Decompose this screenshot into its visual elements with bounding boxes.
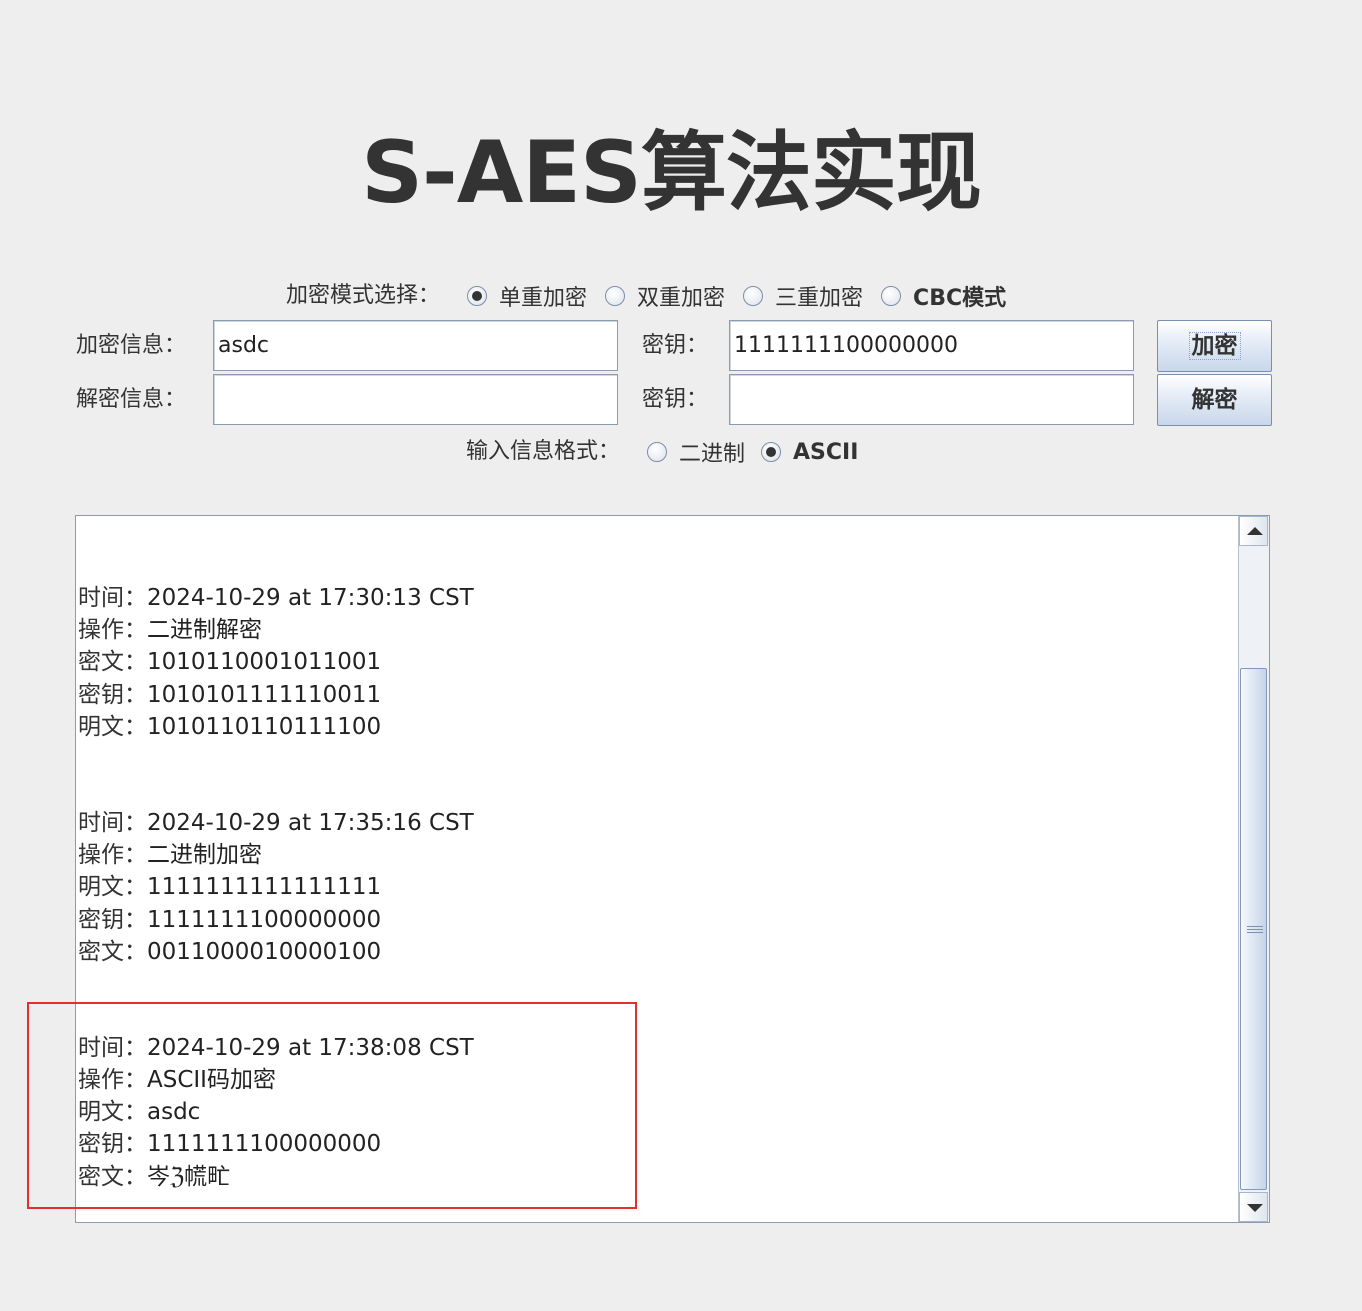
grip-line (1247, 929, 1263, 930)
mode-radio-double[interactable]: 双重加密 (605, 280, 725, 312)
radio-indicator (647, 442, 667, 462)
log-entry: 时间：2024-10-29 at 17:38:08 CST 操作：ASCII码加密… (78, 1032, 1228, 1193)
decrypt-key-label: 密钥： (642, 387, 709, 412)
log-line-value: 1010101111110011 (147, 681, 382, 708)
log-line: 密钥：1111111100000000 (78, 904, 1228, 936)
scroll-down-button[interactable] (1239, 1192, 1268, 1222)
radio-indicator (761, 442, 782, 462)
log-line-key: 操作： (78, 842, 147, 869)
grip-line (1247, 926, 1263, 927)
log-line: 时间：2024-10-29 at 17:30:13 CST (78, 582, 1228, 614)
log-line-value: 2024-10-29 at 17:35:16 CST (147, 809, 474, 836)
format-label: 输入信息格式： (466, 439, 621, 464)
log-line: 密钥：1111111100000000 (78, 1128, 1228, 1160)
log-line-key: 密文： (78, 649, 147, 676)
log-line-key: 操作： (78, 1067, 147, 1094)
log-line-value: 2024-10-29 at 17:30:13 CST (147, 585, 474, 611)
radio-indicator (881, 286, 902, 306)
encrypt-button-label: 加密 (1188, 332, 1241, 360)
mode-option-label: 双重加密 (637, 286, 726, 311)
log-line-key: 操作： (78, 617, 147, 644)
log-line: 密文：1010110001011001 (78, 646, 1228, 678)
log-line: 密文：0011000010000100 (78, 936, 1228, 968)
log-line-key: 时间： (78, 1034, 147, 1061)
log-text-area[interactable]: 时间：2024-10-29 at 17:30:13 CST 操作：二进制解密 密文：… (75, 515, 1270, 1223)
log-line: 明文：1111111111111111 (78, 871, 1228, 903)
log-line-value: 1010110110111100 (147, 713, 382, 740)
encrypt-info-input[interactable]: asdc (213, 320, 618, 371)
encrypt-info-label: 加密信息： (76, 333, 187, 358)
grip-line (1247, 932, 1263, 933)
mode-radio-single[interactable]: 单重加密 (467, 280, 587, 312)
scroll-thumb[interactable] (1240, 668, 1267, 1190)
format-radio-group: 二进制 ASCII (647, 437, 876, 467)
log-content: 时间：2024-10-29 at 17:30:13 CST 操作：二进制解密 密文：… (78, 582, 1228, 1222)
arrow-down-icon (1247, 1204, 1263, 1212)
log-line-key: 时间： (78, 809, 147, 836)
radio-indicator (467, 286, 487, 306)
format-option-label: ASCII (793, 439, 859, 465)
mode-radio-cbc[interactable]: CBC模式 (881, 280, 1006, 312)
log-line-value: 0011000010000100 (147, 938, 382, 965)
format-option-label: 二进制 (679, 442, 746, 467)
decrypt-info-label: 解密信息： (76, 387, 187, 412)
log-line-key: 密钥： (78, 906, 147, 933)
log-line-key: 密钥： (78, 681, 147, 708)
encrypt-key-input[interactable]: 1111111100000000 (729, 320, 1134, 371)
app-window: S-AES算法实现 加密模式选择： 单重加密 双重加密 三重加密 CBC模式 加… (0, 0, 1362, 1311)
log-line-key: 明文： (78, 1099, 147, 1126)
mode-option-label: CBC模式 (913, 286, 1007, 311)
arrow-up-icon (1247, 527, 1263, 535)
log-line-value: 2024-10-29 at 17:38:08 CST (147, 1034, 474, 1061)
decrypt-button[interactable]: 解密 (1157, 374, 1272, 426)
log-entry: 时间：2024-10-29 at 17:30:13 CST 操作：二进制解密 密文：… (78, 582, 1228, 743)
radio-indicator (605, 286, 626, 306)
log-line: 操作：ASCII码加密 (78, 1064, 1228, 1096)
scroll-up-button[interactable] (1239, 516, 1268, 546)
log-line-value: 1111111100000000 (147, 1131, 382, 1158)
log-line-value: 1111111100000000 (147, 906, 382, 933)
log-line: 操作：二进制解密 (78, 614, 1228, 646)
log-line-key: 密钥： (78, 1131, 147, 1158)
log-scrollbar[interactable] (1238, 516, 1269, 1222)
log-line: 明文：1010110110111100 (78, 711, 1228, 743)
log-line-value: 1010110001011001 (147, 649, 382, 676)
log-line-key: 时间： (78, 585, 147, 611)
log-line-value: ASCII码加密 (147, 1067, 276, 1094)
mode-option-label: 三重加密 (775, 286, 864, 311)
format-radio-ascii[interactable]: ASCII (761, 440, 858, 465)
log-line-key: 密文： (78, 938, 147, 965)
log-line-key: 密文： (78, 1163, 147, 1190)
log-line: 密钥：1010101111110011 (78, 679, 1228, 711)
log-line: 密文：岑ℨ㡛甿 (78, 1161, 1228, 1193)
format-radio-binary[interactable]: 二进制 (647, 436, 745, 468)
mode-option-label: 单重加密 (499, 286, 588, 311)
decrypt-info-input[interactable] (213, 374, 618, 425)
mode-radio-group: 单重加密 双重加密 三重加密 CBC模式 (467, 281, 1024, 311)
encrypt-key-label: 密钥： (642, 333, 709, 358)
log-line-value: 二进制解密 (147, 617, 262, 644)
log-entry: 时间：2024-10-29 at 17:35:16 CST 操作：二进制加密 明文：… (78, 807, 1228, 968)
log-line-value: 二进制加密 (147, 842, 262, 869)
decrypt-key-input[interactable] (729, 374, 1134, 425)
log-line-value: asdc (147, 1099, 201, 1126)
log-line: 明文：asdc (78, 1096, 1228, 1128)
log-line-value: 1111111111111111 (147, 874, 382, 901)
log-line-key: 明文： (78, 713, 147, 740)
radio-indicator (743, 286, 764, 306)
mode-radio-triple[interactable]: 三重加密 (743, 280, 863, 312)
page-title: S-AES算法实现 (361, 123, 982, 223)
log-line-value: 岑ℨ㡛甿 (147, 1163, 231, 1190)
log-line: 操作：二进制加密 (78, 839, 1228, 871)
log-line: 时间：2024-10-29 at 17:38:08 CST (78, 1032, 1228, 1064)
encrypt-button[interactable]: 加密 (1157, 320, 1272, 372)
log-line: 时间：2024-10-29 at 17:35:16 CST (78, 807, 1228, 839)
mode-label: 加密模式选择： (286, 283, 441, 308)
log-line-key: 明文： (78, 874, 147, 901)
